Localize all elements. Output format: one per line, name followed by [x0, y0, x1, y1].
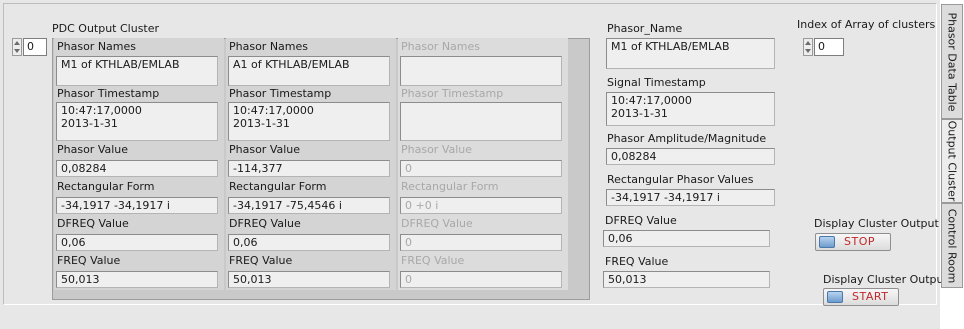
- stop-button[interactable]: STOP: [815, 233, 891, 251]
- phasor-value-label: Phasor Value: [57, 143, 129, 156]
- start-button-label: START: [852, 290, 889, 303]
- freq-field[interactable]: 50,013: [56, 271, 218, 288]
- phasor-value-label: Phasor Value: [229, 143, 301, 156]
- phasor-value-field[interactable]: 0,08284: [56, 160, 218, 177]
- dfreq-field[interactable]: 0: [400, 234, 562, 251]
- cluster-label: PDC Output Cluster: [52, 22, 160, 35]
- phasor-timestamp-label: Phasor Timestamp: [57, 87, 160, 100]
- array-index-spinner[interactable]: [803, 38, 813, 56]
- rectangular-form-field[interactable]: -34,1917 -34,1917 i: [56, 197, 218, 214]
- phasor-column-3: Phasor Names Phasor Timestamp Phasor Val…: [398, 38, 568, 290]
- dfreq-field[interactable]: 0,06: [56, 234, 218, 251]
- drive-icon: [819, 236, 835, 248]
- signal-timestamp-indicator[interactable]: 10:47:17,0000 2013-1-31: [606, 92, 775, 126]
- stop-button-label: STOP: [844, 235, 875, 248]
- cluster-index-input[interactable]: 0: [23, 38, 47, 56]
- rectangular-form-field[interactable]: -34,1917 -75,4546 i: [228, 197, 390, 214]
- tab-output-cluster[interactable]: Output Cluster: [941, 119, 963, 203]
- tab-control-room[interactable]: Control Room: [941, 203, 963, 288]
- phasor-names-label: Phasor Names: [229, 40, 309, 53]
- phasor-name-indicator[interactable]: M1 of KTHLAB/EMLAB: [606, 38, 775, 69]
- amplitude-indicator[interactable]: 0,08284: [606, 148, 775, 165]
- tab-label: Phasor Data Table: [945, 11, 959, 112]
- dfreq-label-right: DFREQ Value: [605, 214, 677, 227]
- phasor-timestamp-label: Phasor Timestamp: [401, 87, 504, 100]
- dfreq-label: DFREQ Value: [229, 217, 301, 230]
- rectangular-form-label: Rectangular Form: [229, 180, 327, 193]
- freq-field[interactable]: 0: [400, 271, 562, 288]
- start-button[interactable]: START: [823, 288, 899, 306]
- index-spinner[interactable]: [12, 38, 22, 56]
- dfreq-indicator[interactable]: 0,06: [603, 230, 770, 247]
- display-output-label: Display Cluster Output: [823, 273, 948, 286]
- spin-down-icon[interactable]: [805, 49, 811, 53]
- array-index-label: Index of Array of clusters: [797, 18, 936, 31]
- phasor-timestamp-label: Phasor Timestamp: [229, 87, 332, 100]
- freq-field[interactable]: 50,013: [228, 271, 390, 288]
- phasor-value-label: Phasor Value: [401, 143, 473, 156]
- freq-label: FREQ Value: [57, 254, 121, 267]
- phasor-column-2: Phasor Names A1 of KTHLAB/EMLAB Phasor T…: [226, 38, 396, 290]
- freq-label: FREQ Value: [229, 254, 293, 267]
- display-output-2-label: Display Cluster Output 2: [814, 217, 950, 230]
- spin-up-icon[interactable]: [14, 41, 20, 45]
- phasor-timestamp-field[interactable]: [400, 102, 562, 141]
- dfreq-label: DFREQ Value: [401, 217, 473, 230]
- signal-timestamp-label: Signal Timestamp: [607, 76, 706, 89]
- dfreq-label: DFREQ Value: [57, 217, 129, 230]
- rectangular-values-label: Rectangular Phasor Values: [607, 173, 754, 186]
- phasor-name-field[interactable]: A1 of KTHLAB/EMLAB: [228, 56, 390, 86]
- amplitude-label: Phasor Amplitude/Magnitude: [607, 132, 767, 145]
- freq-label-right: FREQ Value: [605, 255, 669, 268]
- rectangular-form-label: Rectangular Form: [57, 180, 155, 193]
- rectangular-values-indicator[interactable]: -34,1917 -34,1917 i: [606, 189, 775, 206]
- phasor-names-label: Phasor Names: [57, 40, 137, 53]
- dfreq-field[interactable]: 0,06: [228, 234, 390, 251]
- array-index-input[interactable]: 0: [814, 38, 844, 56]
- tab-phasor-data-table[interactable]: Phasor Data Table: [941, 4, 963, 119]
- phasor-names-label: Phasor Names: [401, 40, 481, 53]
- spin-down-icon[interactable]: [14, 49, 20, 53]
- phasor-value-field[interactable]: -114,377: [228, 160, 390, 177]
- front-panel: 0 PDC Output Cluster Phasor Names M1 of …: [0, 0, 949, 329]
- phasor-timestamp-field[interactable]: 10:47:17,0000 2013-1-31: [228, 102, 390, 141]
- phasor-name-field[interactable]: M1 of KTHLAB/EMLAB: [56, 56, 218, 86]
- tab-label: Control Room: [945, 208, 959, 283]
- rectangular-form-field[interactable]: 0 +0 i: [400, 197, 562, 214]
- phasor-name-label: Phasor_Name: [607, 22, 683, 35]
- phasor-timestamp-field[interactable]: 10:47:17,0000 2013-1-31: [56, 102, 218, 141]
- drive-icon: [827, 291, 843, 303]
- freq-label: FREQ Value: [401, 254, 465, 267]
- spin-up-icon[interactable]: [805, 41, 811, 45]
- tab-label: Output Cluster: [945, 120, 959, 202]
- phasor-column-1: Phasor Names M1 of KTHLAB/EMLAB Phasor T…: [54, 38, 224, 290]
- phasor-name-field[interactable]: [400, 56, 562, 86]
- rectangular-form-label: Rectangular Form: [401, 180, 499, 193]
- freq-indicator[interactable]: 50,013: [603, 271, 770, 288]
- phasor-value-field[interactable]: 0: [400, 160, 562, 177]
